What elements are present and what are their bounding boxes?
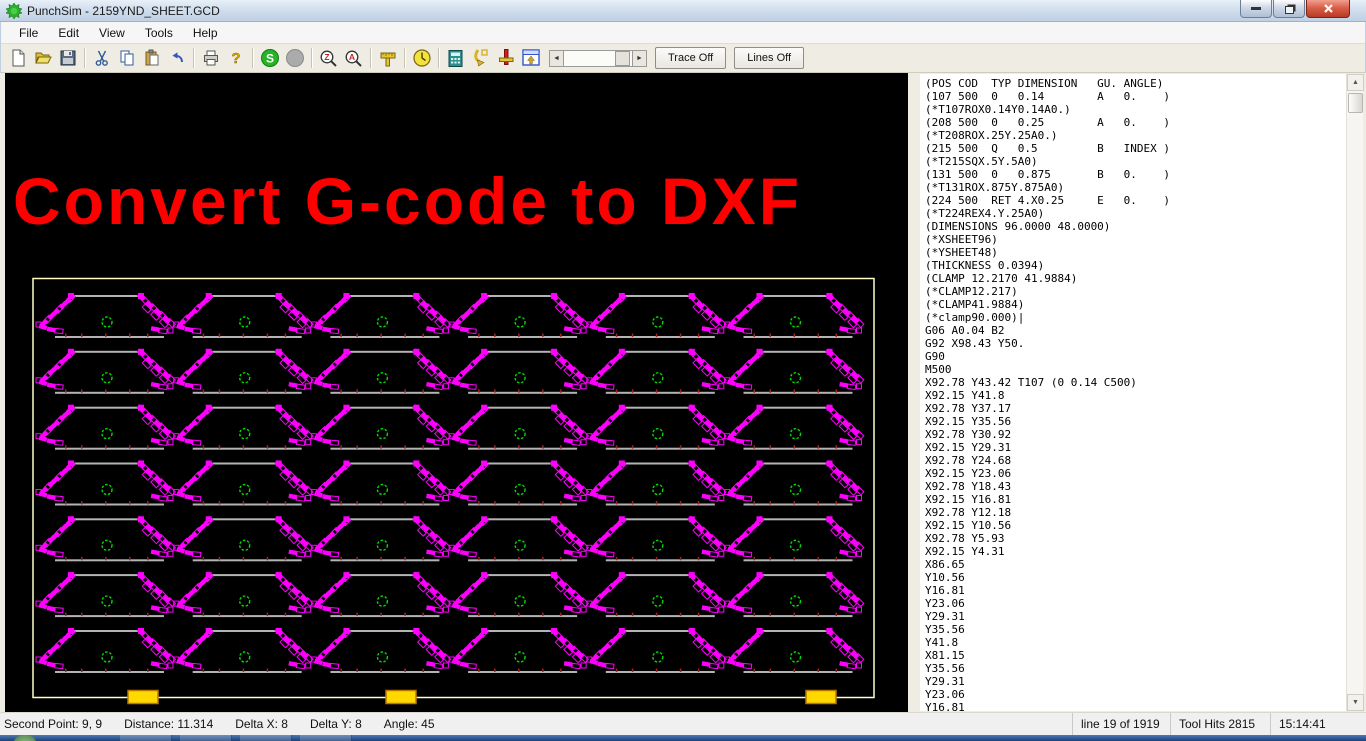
toolbar-separator <box>311 48 312 68</box>
main-area: Convert G-code to DXF (POS COD TYP DIMEN… <box>0 73 1366 712</box>
zoom-all-button[interactable]: A <box>342 47 365 70</box>
scroll-down-icon[interactable]: ▼ <box>1347 694 1364 711</box>
status-line-indicator: line 19 of 1919 <box>1072 713 1170 735</box>
scroll-thumb[interactable] <box>1348 93 1363 113</box>
minimize-icon <box>1251 7 1261 10</box>
status-tool-hits: Tool Hits 2815 <box>1170 713 1270 735</box>
restore-button[interactable] <box>1273 0 1305 18</box>
tool-load-button[interactable] <box>469 47 492 70</box>
title-bar[interactable]: PunchSim - 2159YND_SHEET.GCD <box>0 0 1366 22</box>
punch-tool-button[interactable] <box>494 47 517 70</box>
svg-text:?: ? <box>231 50 240 67</box>
zoom-button[interactable]: Z <box>317 47 340 70</box>
speed-right-arrow-icon[interactable]: ► <box>632 49 647 67</box>
undo-button[interactable] <box>165 47 188 70</box>
paste-button[interactable] <box>140 47 163 70</box>
status-bar: Second Point: 9, 9 Distance: 11.314 Delt… <box>0 712 1366 735</box>
zoom-z-icon: Z <box>320 50 337 67</box>
menu-bar: File Edit View Tools Help <box>1 22 1365 44</box>
ruler-icon <box>380 52 395 67</box>
gcode-scrollbar[interactable]: ▲ ▼ <box>1346 74 1364 711</box>
calculator-button[interactable] <box>444 47 467 70</box>
panel-splitter[interactable] <box>908 73 920 712</box>
menu-edit[interactable]: Edit <box>48 23 89 43</box>
punch-tool-icon <box>498 49 513 65</box>
close-icon <box>1323 4 1333 13</box>
menu-view[interactable]: View <box>89 23 135 43</box>
save-icon <box>60 50 75 66</box>
copy-icon <box>120 50 133 66</box>
toolbar-separator <box>370 48 371 68</box>
status-angle: Angle: 45 <box>383 717 435 731</box>
toolbar-separator <box>193 48 194 68</box>
clock-icon <box>412 49 431 67</box>
simulation-canvas[interactable]: Convert G-code to DXF <box>5 73 908 712</box>
help-button[interactable]: ? <box>224 47 247 70</box>
help-icon: ? <box>231 50 241 67</box>
status-second-point: Second Point: 9, 9 <box>4 717 103 731</box>
app-window: PunchSim - 2159YND_SHEET.GCD File Edit V… <box>0 0 1366 741</box>
toolbar-separator <box>252 48 253 68</box>
status-clock: 15:14:41 <box>1270 713 1366 735</box>
menu-tools[interactable]: Tools <box>135 23 183 43</box>
start-orb-icon[interactable] <box>14 735 36 741</box>
gcode-text-panel[interactable]: (POS COD TYP DIMENSION GU. ANGLE) (107 5… <box>920 74 1346 711</box>
sheet-window-icon <box>521 49 540 66</box>
status-distance: Distance: 11.314 <box>124 717 214 731</box>
restore-icon <box>1284 5 1294 14</box>
taskbar-button[interactable] <box>240 735 292 741</box>
status-delta-y: Delta Y: 8 <box>309 717 362 731</box>
toolbar-separator <box>404 48 405 68</box>
svg-text:S: S <box>265 52 273 66</box>
calculator-icon <box>448 49 463 67</box>
open-file-button[interactable] <box>31 47 54 70</box>
run-time-button[interactable] <box>410 47 433 70</box>
sheet-view-button[interactable] <box>519 47 542 70</box>
minimize-button[interactable] <box>1240 0 1272 18</box>
toolbar-separator <box>84 48 85 68</box>
canvas-overlay-text: Convert G-code to DXF <box>13 164 803 238</box>
lines-toggle-button[interactable]: Lines Off <box>734 47 805 69</box>
speed-scrollbar[interactable]: ◄ ► <box>549 49 647 67</box>
new-file-icon <box>12 49 24 67</box>
start-icon: S <box>260 49 279 67</box>
app-icon <box>6 2 22 19</box>
toolbar: ? S Z A ◄ ► Trace Off Lines Off <box>1 44 1365 73</box>
status-measurement: Second Point: 9, 9 Distance: 11.314 Delt… <box>0 717 1072 731</box>
turret-tool-icon <box>473 49 488 67</box>
speed-left-arrow-icon[interactable]: ◄ <box>549 49 564 67</box>
stop-simulation-button[interactable] <box>283 47 306 70</box>
taskbar-button[interactable] <box>300 735 352 741</box>
copy-button[interactable] <box>115 47 138 70</box>
speed-track[interactable] <box>564 49 632 67</box>
scroll-up-icon[interactable]: ▲ <box>1347 74 1364 91</box>
menu-help[interactable]: Help <box>183 23 228 43</box>
trace-toggle-button[interactable]: Trace Off <box>655 47 727 69</box>
new-file-button[interactable] <box>6 47 29 70</box>
open-folder-icon <box>34 52 52 64</box>
close-button[interactable] <box>1306 0 1350 18</box>
taskbar-button[interactable] <box>180 735 232 741</box>
windows-taskbar[interactable] <box>0 735 1366 741</box>
zoom-a-icon: A <box>345 50 362 67</box>
start-simulation-button[interactable]: S <box>258 47 281 70</box>
gcode-text[interactable]: (POS COD TYP DIMENSION GU. ANGLE) (107 5… <box>920 74 1346 711</box>
svg-text:Z: Z <box>324 52 329 62</box>
print-icon <box>203 50 218 66</box>
taskbar-button[interactable] <box>120 735 172 741</box>
menu-file[interactable]: File <box>9 23 48 43</box>
undo-icon <box>172 52 183 63</box>
toolbar-separator <box>438 48 439 68</box>
cut-icon <box>95 50 108 66</box>
measure-button[interactable] <box>376 47 399 70</box>
status-delta-x: Delta X: 8 <box>235 717 288 731</box>
cut-button[interactable] <box>90 47 113 70</box>
paste-icon <box>145 49 158 66</box>
save-button[interactable] <box>56 47 79 70</box>
window-title: PunchSim - 2159YND_SHEET.GCD <box>27 3 220 18</box>
svg-text:A: A <box>349 52 355 62</box>
print-button[interactable] <box>199 47 222 70</box>
speed-thumb[interactable] <box>615 50 630 66</box>
stop-icon <box>285 49 304 67</box>
